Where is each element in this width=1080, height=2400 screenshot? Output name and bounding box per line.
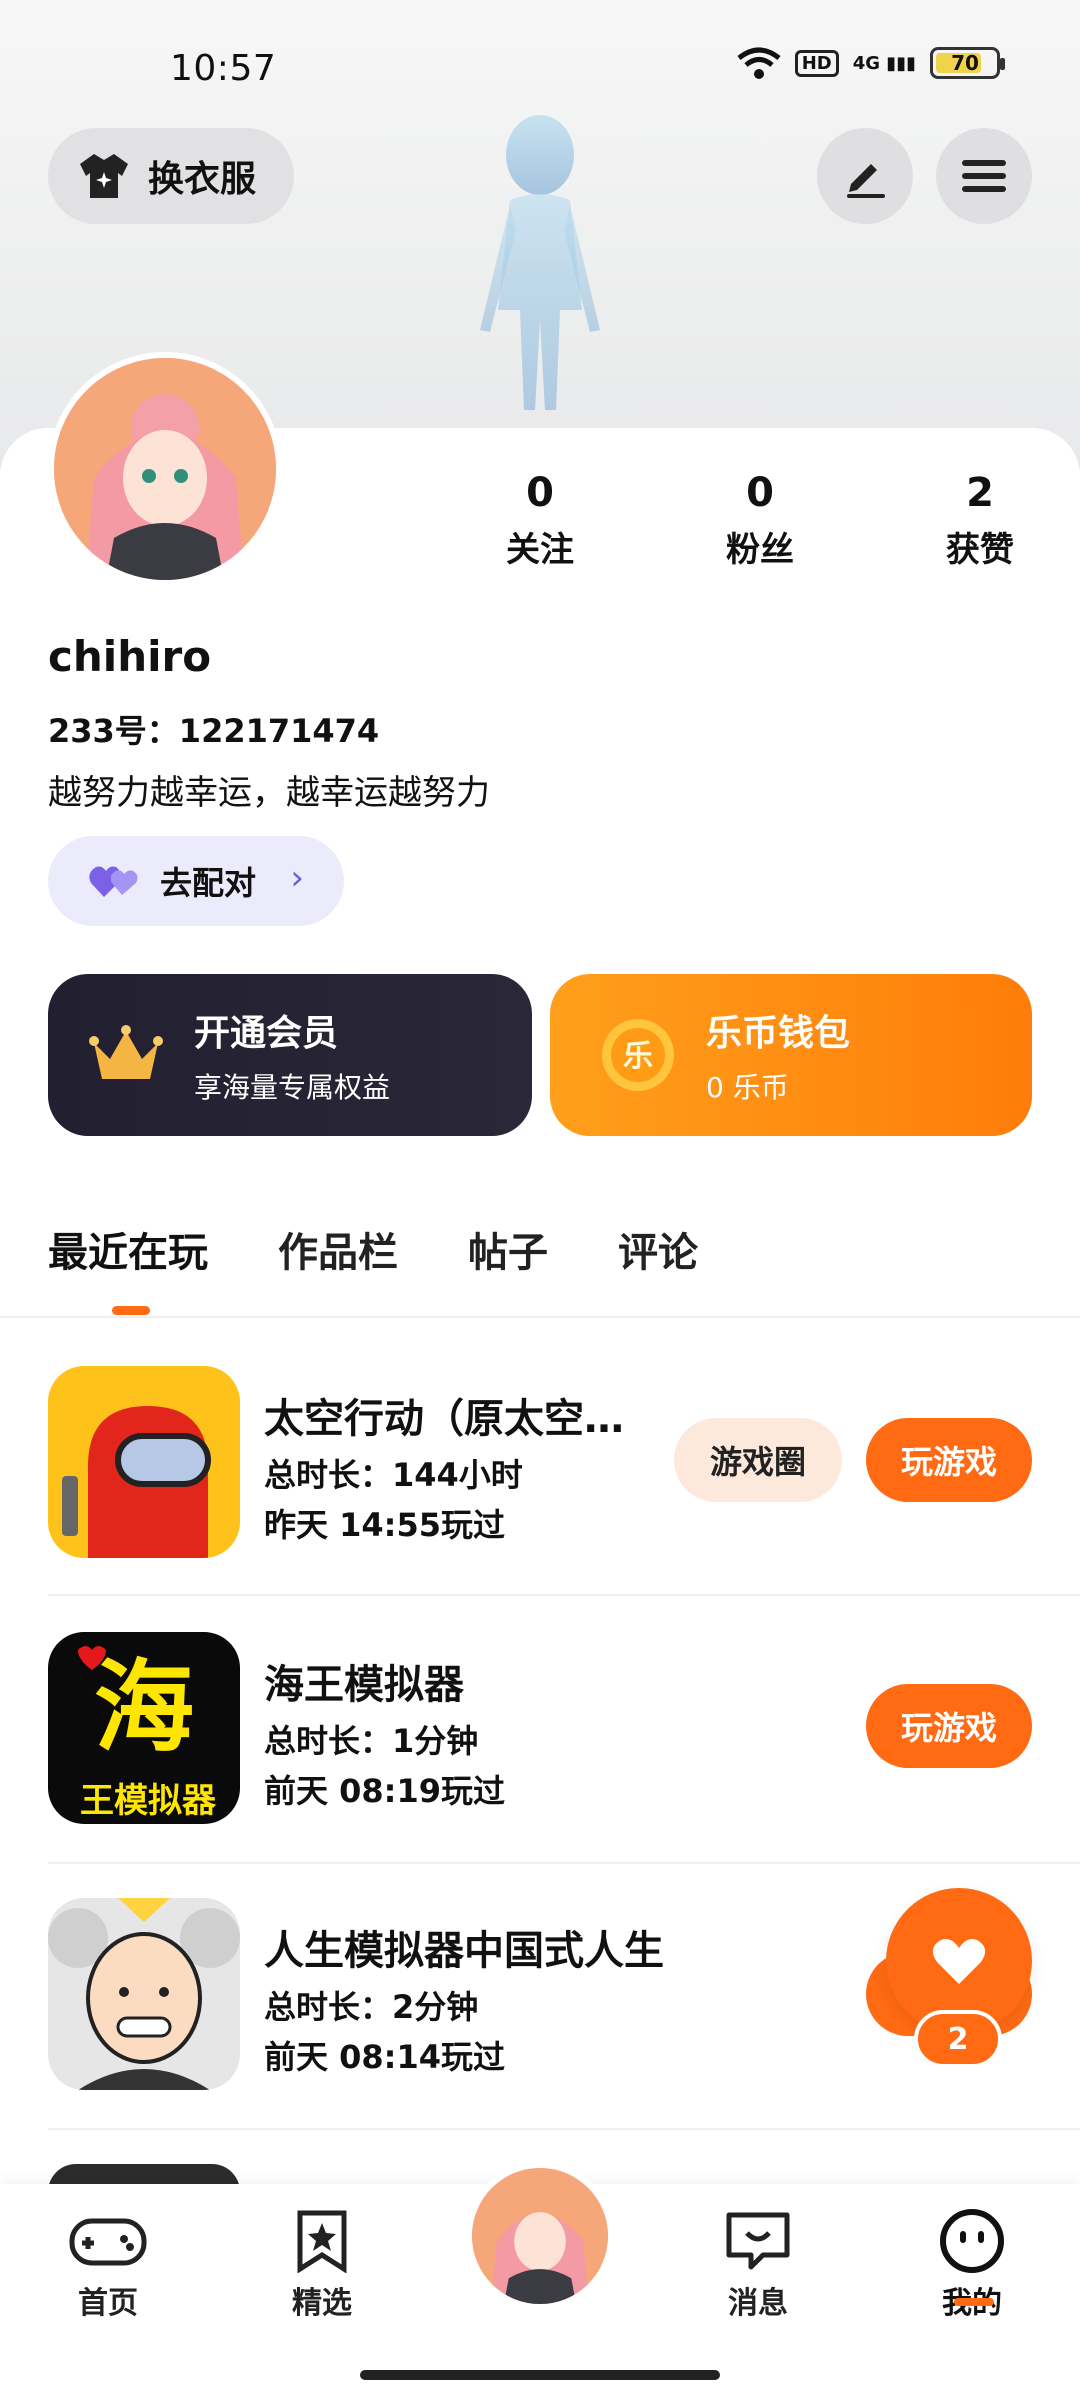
- game-icon-space-action: [48, 1366, 240, 1558]
- heart-icon: [932, 1939, 986, 1984]
- avatar[interactable]: [48, 352, 282, 586]
- chevron-right-icon: ›: [290, 858, 304, 898]
- stat-likes-label: 获赞: [946, 530, 1014, 570]
- menu-button[interactable]: [936, 128, 1032, 224]
- game-last-played: 前天 08:19玩过: [264, 1772, 506, 1810]
- stat-fans[interactable]: 0 粉丝: [700, 470, 820, 571]
- nav-featured[interactable]: 精选: [252, 2206, 392, 2322]
- bottom-nav: 首页 精选 消息: [0, 2162, 1080, 2400]
- wallet-title: 乐币钱包: [706, 1013, 851, 1054]
- game-title: 太空行动（原太空…: [264, 1396, 624, 1442]
- nav-messages[interactable]: 消息: [688, 2206, 828, 2322]
- nav-featured-label: 精选: [292, 2286, 352, 2321]
- game-duration: 总时长：144小时: [264, 1456, 523, 1494]
- change-outfit-button[interactable]: 换衣服: [48, 128, 294, 224]
- divider: [0, 1316, 1080, 1318]
- tab-comments[interactable]: 评论: [618, 1220, 698, 1278]
- svg-text:王模拟器: 王模拟器: [80, 1781, 217, 1821]
- nav-messages-label: 消息: [728, 2286, 788, 2321]
- chat-bubble-icon: [726, 2212, 790, 2270]
- change-outfit-label: 换衣服: [148, 159, 257, 200]
- home-indicator[interactable]: [360, 2370, 720, 2380]
- list-item-game[interactable]: 海 王模拟器 海王模拟器 总时长：1分钟 前天 08:19玩过 玩游戏: [48, 1632, 1032, 1898]
- vip-subtitle: 享海量专属权益: [194, 1071, 391, 1104]
- game-title: 人生模拟器中国式人生: [264, 1928, 664, 1974]
- stat-likes[interactable]: 2 获赞: [920, 470, 1040, 571]
- tab-works[interactable]: 作品栏: [278, 1220, 398, 1278]
- nav-center-avatar[interactable]: [466, 2162, 614, 2310]
- match-button[interactable]: 去配对 ›: [48, 836, 344, 926]
- tab-posts[interactable]: 帖子: [468, 1220, 548, 1278]
- user-bio: 越努力越幸运，越幸运越努力: [48, 773, 490, 813]
- gamepad-icon: [69, 2218, 147, 2266]
- face-icon: [940, 2209, 1004, 2273]
- pencil-icon: [847, 164, 885, 198]
- nav-mine[interactable]: 我的: [902, 2206, 1042, 2322]
- edit-profile-button[interactable]: [817, 128, 913, 224]
- bookmark-star-icon: [297, 2210, 347, 2273]
- wifi-icon: [737, 47, 781, 79]
- game-last-played: 前天 08:14玩过: [264, 2038, 506, 2076]
- menu-icon: [962, 160, 1006, 192]
- signal-icon: 4G ▮▮▮: [852, 52, 916, 74]
- vip-title: 开通会员: [194, 1013, 339, 1054]
- user-id: 233号：122171474: [48, 712, 380, 750]
- game-duration: 总时长：2分钟: [264, 1988, 479, 2026]
- list-item-game[interactable]: 人生模拟器中国式人生 总时长：2分钟 前天 08:14玩过: [48, 1898, 1032, 2164]
- active-indicator: [954, 2298, 994, 2306]
- divider: [48, 1862, 1080, 1864]
- game-title: 海王模拟器: [264, 1662, 464, 1708]
- svg-text:乐: 乐: [623, 1039, 653, 1074]
- wallet-balance: 0 乐币: [706, 1071, 789, 1104]
- list-item-game[interactable]: 太空行动（原太空… 总时长：144小时 昨天 14:55玩过 游戏圈 玩游戏: [48, 1366, 1032, 1632]
- divider: [48, 2128, 1080, 2130]
- profile-tabs: 最近在玩 作品栏 帖子 评论: [48, 1220, 698, 1278]
- stat-following-label: 关注: [506, 530, 574, 570]
- battery-icon: 70: [930, 47, 1005, 79]
- stat-fans-label: 粉丝: [726, 530, 794, 570]
- stat-following[interactable]: 0 关注: [480, 470, 600, 571]
- avatar-hologram: [480, 115, 600, 410]
- profile-stats: 0 关注 0 粉丝 2 获赞: [480, 470, 1040, 571]
- hd-icon: HD: [794, 49, 839, 77]
- stat-fans-count: 0: [746, 470, 774, 516]
- match-label: 去配对: [160, 864, 257, 902]
- avatar-image: [472, 2168, 608, 2304]
- avatar-image: [54, 358, 276, 580]
- hearts-icon: [89, 866, 138, 897]
- stat-likes-count: 2: [966, 470, 994, 516]
- game-last-played: 昨天 14:55玩过: [264, 1506, 506, 1544]
- shirt-icon: [80, 154, 128, 198]
- game-circle-button[interactable]: 游戏圈: [674, 1418, 842, 1502]
- like-count-badge: 2: [914, 2010, 1002, 2068]
- stat-following-count: 0: [526, 470, 554, 516]
- tab-recent-played[interactable]: 最近在玩: [48, 1220, 208, 1278]
- nav-home-label: 首页: [78, 2286, 138, 2321]
- game-icon-sea-king-sim: 海 王模拟器: [48, 1632, 240, 1824]
- status-time: 10:57: [170, 48, 277, 89]
- svg-text:海: 海: [94, 1648, 194, 1766]
- vip-card[interactable]: 开通会员 享海量专属权益: [48, 974, 532, 1136]
- tab-indicator: [112, 1306, 150, 1315]
- crown-icon: [89, 1025, 163, 1079]
- wallet-card[interactable]: 乐 乐币钱包 0 乐币: [550, 974, 1032, 1136]
- coin-icon: 乐: [602, 1019, 674, 1091]
- nav-home[interactable]: 首页: [38, 2206, 178, 2322]
- game-icon-life-sim: [48, 1898, 240, 2090]
- play-game-button[interactable]: 玩游戏: [866, 1418, 1032, 1502]
- username: chihiro: [48, 632, 212, 681]
- divider: [48, 1594, 1080, 1596]
- game-duration: 总时长：1分钟: [264, 1722, 479, 1760]
- status-bar: 10:57 HD 4G ▮▮▮ 70: [0, 0, 1080, 130]
- play-game-button[interactable]: 玩游戏: [866, 1684, 1032, 1768]
